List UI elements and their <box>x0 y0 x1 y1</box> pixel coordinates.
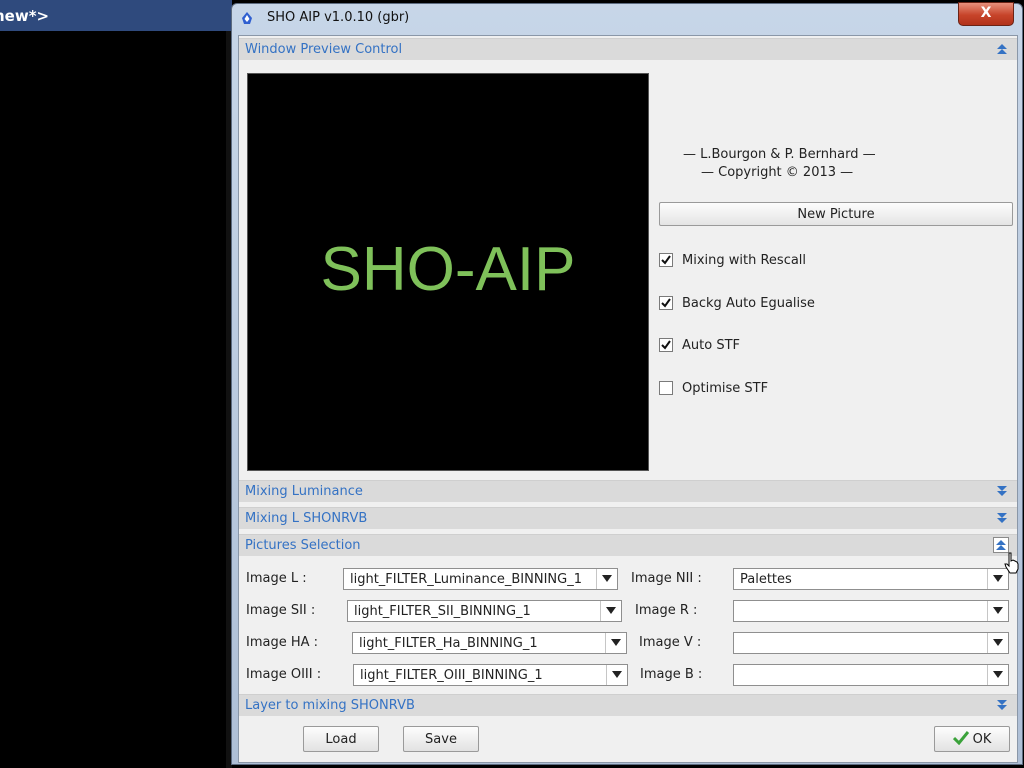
image-r-select[interactable] <box>733 600 1009 622</box>
section-label: Mixing Luminance <box>245 484 363 499</box>
save-button[interactable]: Save <box>403 726 479 752</box>
ok-label: OK <box>972 732 992 747</box>
close-button[interactable]: X <box>958 2 1014 26</box>
image-oiii-select[interactable]: light_FILTER_OIII_BINNING_1 <box>353 664 628 686</box>
dropdown-arrow-icon[interactable] <box>605 633 626 653</box>
dropdown-arrow-icon[interactable] <box>600 601 621 621</box>
dropdown-arrow-icon[interactable] <box>596 569 617 589</box>
section-pictures-selection[interactable]: Pictures Selection <box>239 534 1017 556</box>
credits-copyright: — Copyright © 2013 — <box>701 165 854 180</box>
label-image-l: Image L : <box>246 571 307 586</box>
close-icon: X <box>980 5 992 21</box>
image-v-select[interactable] <box>733 632 1009 654</box>
preview-image: SHO-AIP <box>247 73 649 471</box>
label-image-v: Image V : <box>639 635 702 650</box>
label-image-oiii: Image OIII : <box>246 667 322 682</box>
select-value: light_FILTER_SII_BINNING_1 <box>354 604 531 619</box>
dialog-client: Window Preview Control SHO-AIP — L.Bourg… <box>238 35 1019 763</box>
label-image-sii: Image SII : <box>246 603 316 618</box>
checkbox-label: Backg Auto Egualise <box>682 296 815 311</box>
select-value: Palettes <box>740 572 792 587</box>
dropdown-arrow-icon[interactable] <box>987 665 1008 685</box>
checkbox-label: Optimise STF <box>682 381 769 396</box>
credits-authors: — L.Bourgon & P. Bernhard — <box>683 147 876 162</box>
section-mixing-luminance[interactable]: Mixing Luminance <box>239 480 1017 502</box>
section-label: Mixing L SHONRVB <box>245 511 368 526</box>
section-label: Pictures Selection <box>245 538 361 553</box>
section-mixing-l-shonrvb[interactable]: Mixing L SHONRVB <box>239 507 1017 529</box>
section-layer-to-mixing[interactable]: Layer to mixing SHONRVB <box>239 694 1017 716</box>
expand-down-icon[interactable] <box>995 484 1009 498</box>
background-tab-label: new*> <box>0 7 50 25</box>
select-value: light_FILTER_Ha_BINNING_1 <box>359 636 538 651</box>
logo-text: SHO-AIP <box>320 235 576 304</box>
image-b-select[interactable] <box>733 664 1009 686</box>
section-label: Layer to mixing SHONRVB <box>245 698 415 713</box>
checkbox-box[interactable] <box>659 253 673 267</box>
label-image-ha: Image HA : <box>246 635 319 650</box>
load-button[interactable]: Load <box>303 726 379 752</box>
credits: — L.Bourgon & P. Bernhard — — Copyright … <box>683 146 876 182</box>
label-image-b: Image B : <box>640 667 703 682</box>
title-bar[interactable]: SHO AIP v1.0.10 (gbr) X <box>232 2 1022 32</box>
hand-cursor-icon <box>1004 552 1019 574</box>
section-window-preview-control[interactable]: Window Preview Control <box>239 38 1017 60</box>
select-value: light_FILTER_Luminance_BINNING_1 <box>350 572 582 587</box>
select-value: light_FILTER_OIII_BINNING_1 <box>360 668 543 683</box>
dropdown-arrow-icon[interactable] <box>987 601 1008 621</box>
dropdown-arrow-icon[interactable] <box>987 633 1008 653</box>
expand-down-icon[interactable] <box>995 511 1009 525</box>
new-picture-button[interactable]: New Picture <box>659 202 1013 226</box>
label-image-nii: Image NII : <box>631 571 702 586</box>
checkbox-box[interactable] <box>659 296 673 310</box>
dropdown-arrow-icon[interactable] <box>606 665 627 685</box>
sho-aip-dialog: SHO AIP v1.0.10 (gbr) X Window Preview C… <box>231 2 1023 765</box>
background-window-tab[interactable]: new*> <box>0 0 232 31</box>
image-nii-select[interactable]: Palettes <box>733 568 1009 590</box>
checkbox-label: Auto STF <box>682 338 740 353</box>
image-sii-select[interactable]: light_FILTER_SII_BINNING_1 <box>347 600 622 622</box>
collapse-up-icon[interactable] <box>995 42 1009 56</box>
label-image-r: Image R : <box>635 603 698 618</box>
checkbox-label: Mixing with Rescall <box>682 253 807 268</box>
checkbox-box[interactable] <box>659 381 673 395</box>
ok-button[interactable]: OK <box>934 726 1010 752</box>
checkmark-icon <box>952 731 969 746</box>
image-ha-select[interactable]: light_FILTER_Ha_BINNING_1 <box>352 632 627 654</box>
image-l-select[interactable]: light_FILTER_Luminance_BINNING_1 <box>343 568 618 590</box>
collapse-up-icon[interactable] <box>993 537 1009 553</box>
window-title: SHO AIP v1.0.10 (gbr) <box>267 10 410 25</box>
expand-down-icon[interactable] <box>995 698 1009 712</box>
checkbox-box[interactable] <box>659 338 673 352</box>
app-icon <box>240 11 254 25</box>
section-label: Window Preview Control <box>245 42 403 57</box>
